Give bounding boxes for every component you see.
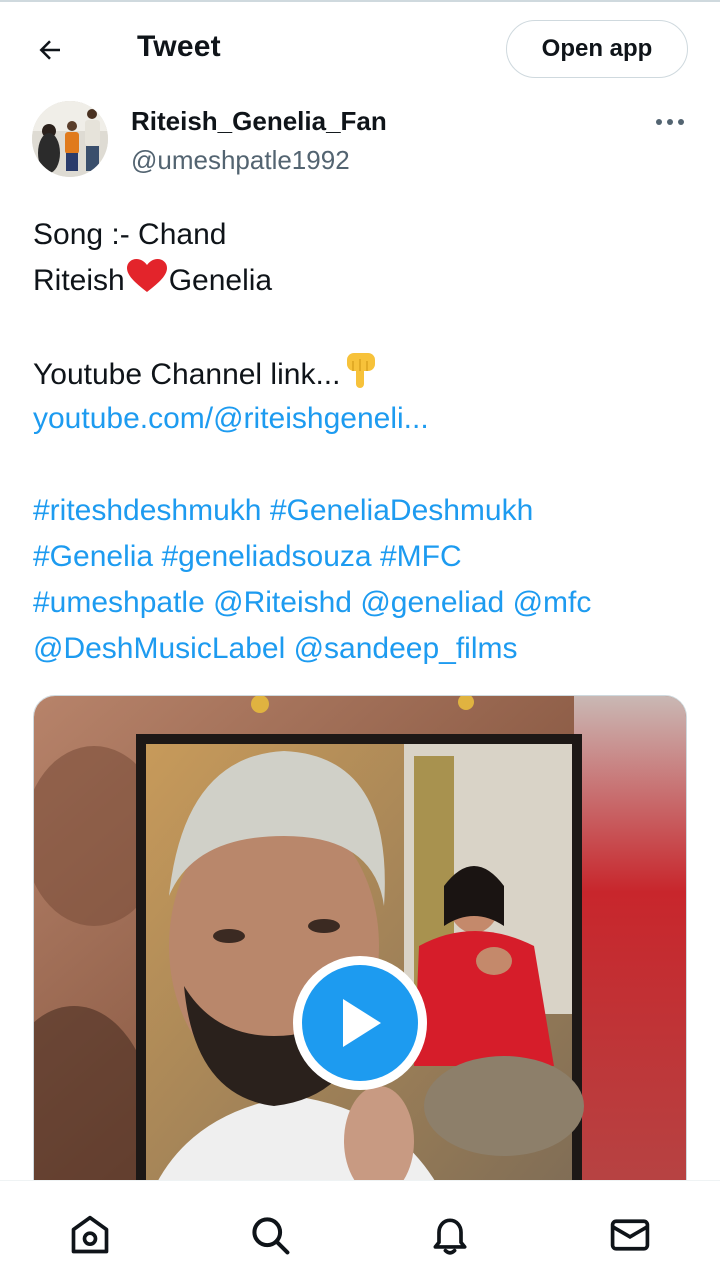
red-heart-emoji-icon [126, 259, 167, 292]
arrow-left-icon [39, 40, 60, 60]
mention-link[interactable]: @DeshMusicLabel [33, 632, 285, 665]
hashtag-line-2: #Genelia #geneliadsouza #MFC [33, 534, 693, 580]
author-name[interactable]: Riteish_Genelia_Fan [131, 106, 387, 137]
hashtag-link[interactable]: #umeshpatle [33, 586, 205, 619]
more-options-button[interactable] [650, 104, 690, 140]
bottom-navigation [0, 1180, 720, 1281]
mention-link[interactable]: @mfc [513, 586, 592, 619]
open-app-button[interactable]: Open app [506, 20, 688, 78]
more-horizontal-icon [656, 119, 684, 125]
hashtag-link[interactable]: #MFC [380, 540, 462, 573]
hashtag-link[interactable]: #riteshdeshmukh [33, 494, 261, 527]
play-icon [343, 999, 381, 1047]
tweet-text: Song :- Chand Riteish Genelia Youtube Cha… [33, 212, 693, 672]
nav-notifications[interactable] [426, 1211, 474, 1259]
hashtag-line-3: #umeshpatle @Riteishd @geneliad @mfc [33, 580, 693, 626]
page-title: Tweet [137, 30, 221, 63]
author-handle[interactable]: @umeshpatle1992 [131, 145, 350, 176]
envelope-icon [610, 1219, 650, 1251]
search-icon [252, 1217, 290, 1255]
pointing-down-emoji-icon [347, 353, 376, 388]
play-circle [302, 965, 418, 1081]
app-header: Tweet Open app [0, 2, 720, 94]
back-button[interactable] [24, 24, 76, 76]
youtube-channel-link[interactable]: youtube.com/@riteishgeneli... [33, 396, 693, 442]
channel-label: Youtube Channel link... [33, 358, 341, 391]
nav-messages[interactable] [606, 1211, 654, 1259]
song-line: Song :- Chand [33, 218, 227, 251]
hashtag-link[interactable]: #GeneliaDeshmukh [270, 494, 533, 527]
avatar[interactable] [32, 101, 108, 177]
nav-home[interactable] [66, 1211, 114, 1259]
mention-link[interactable]: @sandeep_films [294, 632, 518, 665]
name-left: Riteish [33, 264, 125, 297]
home-icon [71, 1215, 109, 1254]
hashtag-line-1: #riteshdeshmukh #GeneliaDeshmukh [33, 488, 693, 534]
nav-search[interactable] [246, 1211, 294, 1259]
bell-icon [433, 1218, 467, 1255]
names-line: Riteish Genelia [33, 258, 693, 304]
mention-link[interactable]: @geneliad [360, 586, 504, 619]
hashtag-link[interactable]: #Genelia [33, 540, 153, 573]
mention-link[interactable]: @Riteishd [213, 586, 352, 619]
mention-line-4: @DeshMusicLabel @sandeep_films [33, 626, 693, 672]
play-button[interactable] [293, 956, 427, 1090]
hashtag-link[interactable]: #geneliadsouza [161, 540, 371, 573]
name-right: Genelia [168, 264, 273, 297]
channel-line: Youtube Channel link... [33, 350, 693, 396]
